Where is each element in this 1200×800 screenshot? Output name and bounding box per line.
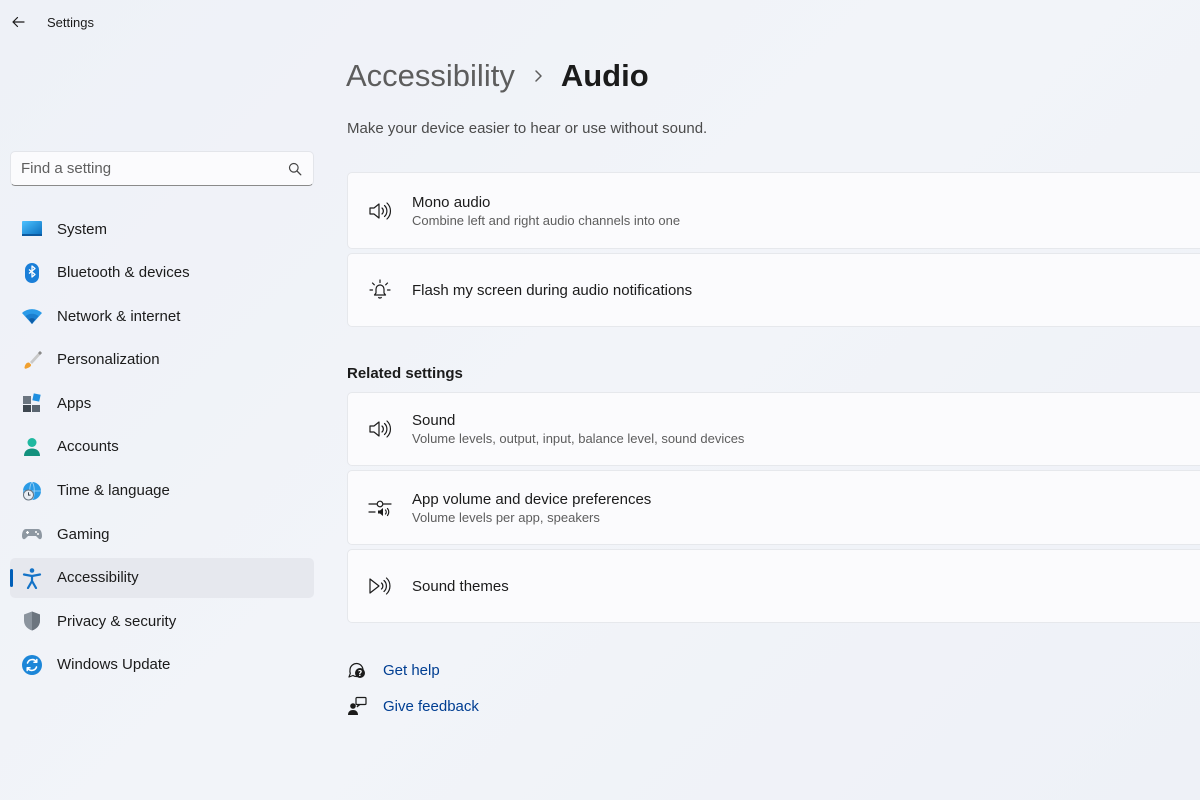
chevron-right-icon: [533, 69, 545, 83]
sidebar-item-gaming[interactable]: Gaming: [10, 514, 314, 554]
sidebar-item-label: Privacy & security: [57, 612, 177, 630]
time-language-icon: [20, 479, 44, 503]
sidebar-item-system[interactable]: System: [10, 209, 314, 249]
accounts-icon: [20, 435, 44, 459]
card-title: Sound: [412, 412, 456, 429]
apps-icon: [20, 391, 44, 415]
card-title: Sound themes: [412, 577, 509, 595]
back-button[interactable]: [6, 10, 30, 34]
sidebar-item-network[interactable]: Network & internet: [10, 296, 314, 336]
page-description: Make your device easier to hear or use w…: [347, 120, 708, 137]
sidebar-item-label: Bluetooth & devices: [57, 264, 190, 282]
feedback-icon: [346, 695, 368, 717]
system-icon: [20, 217, 44, 241]
speaker-icon: [367, 198, 393, 224]
sidebar-item-label: Windows Update: [57, 656, 171, 674]
app-title: Settings: [47, 15, 94, 30]
sidebar-item-accessibility[interactable]: Accessibility: [10, 557, 314, 598]
mono-audio-card[interactable]: Mono audio Combine left and right audio …: [347, 172, 1200, 249]
sidebar-item-personalization[interactable]: Personalization: [10, 340, 314, 380]
speaker-icon: [367, 416, 393, 442]
breadcrumb-parent-link[interactable]: Accessibility: [346, 58, 515, 94]
sidebar-item-apps[interactable]: Apps: [10, 383, 314, 423]
sound-themes-icon: [367, 573, 393, 599]
back-arrow-icon: [12, 16, 25, 28]
breadcrumb: Accessibility Audio: [346, 58, 649, 94]
card-title: Flash my screen during audio notificatio…: [412, 281, 693, 299]
give-feedback-label[interactable]: Give feedback: [383, 698, 479, 715]
sidebar-item-windows-update[interactable]: Windows Update: [10, 645, 314, 685]
sidebar-item-privacy-security[interactable]: Privacy & security: [10, 601, 314, 641]
related-settings-heading: Related settings: [347, 365, 463, 382]
app-volume-card[interactable]: App volume and device preferences Volume…: [347, 470, 1200, 545]
search-box[interactable]: [10, 151, 314, 186]
flash-notification-icon: [367, 277, 393, 303]
wifi-icon: [20, 304, 44, 328]
sidebar-item-label: Time & language: [57, 482, 170, 500]
gamepad-icon: [20, 522, 44, 546]
shield-icon: [20, 609, 44, 633]
card-subtitle: Combine left and right audio channels in…: [412, 212, 681, 228]
sound-card[interactable]: Sound Volume levels, output, input, bala…: [347, 392, 1200, 466]
get-help-link[interactable]: ? Get help: [346, 659, 440, 681]
flash-screen-card[interactable]: Flash my screen during audio notificatio…: [347, 253, 1200, 327]
card-subtitle: Volume levels per app, speakers: [412, 509, 600, 525]
card-subtitle: Volume levels, output, input, balance le…: [412, 431, 745, 446]
sidebar-item-label: System: [57, 220, 108, 238]
bluetooth-icon: [20, 261, 44, 285]
page-title: Audio: [560, 58, 649, 93]
card-title: App volume and device preferences: [412, 490, 652, 508]
title-bar: Settings: [0, 0, 400, 44]
sidebar-item-label: Accessibility: [57, 569, 139, 587]
search-input[interactable]: [21, 160, 287, 177]
svg-text:?: ?: [358, 669, 362, 678]
brush-icon: [20, 348, 44, 372]
sound-themes-card[interactable]: Sound themes: [347, 549, 1200, 623]
windows-update-icon: [20, 653, 44, 677]
sidebar-item-label: Apps: [57, 394, 92, 412]
sidebar-item-label: Network & internet: [57, 307, 181, 325]
get-help-icon: ?: [346, 659, 368, 681]
sidebar-item-label: Gaming: [57, 525, 110, 543]
sidebar-item-accounts[interactable]: Accounts: [10, 427, 314, 467]
card-title: Mono audio: [412, 193, 491, 211]
volume-mixer-icon: [367, 495, 393, 521]
accessibility-icon: [20, 566, 44, 590]
get-help-label[interactable]: Get help: [383, 662, 440, 679]
search-icon[interactable]: [287, 161, 303, 177]
sidebar-nav: System Bluetooth & devices Network & int…: [10, 209, 314, 689]
sidebar-item-bluetooth[interactable]: Bluetooth & devices: [10, 253, 314, 293]
sidebar-item-label: Accounts: [57, 438, 119, 456]
sidebar-item-label: Personalization: [57, 351, 160, 369]
give-feedback-link[interactable]: Give feedback: [346, 695, 479, 717]
sidebar-item-time-language[interactable]: Time & language: [10, 471, 314, 511]
